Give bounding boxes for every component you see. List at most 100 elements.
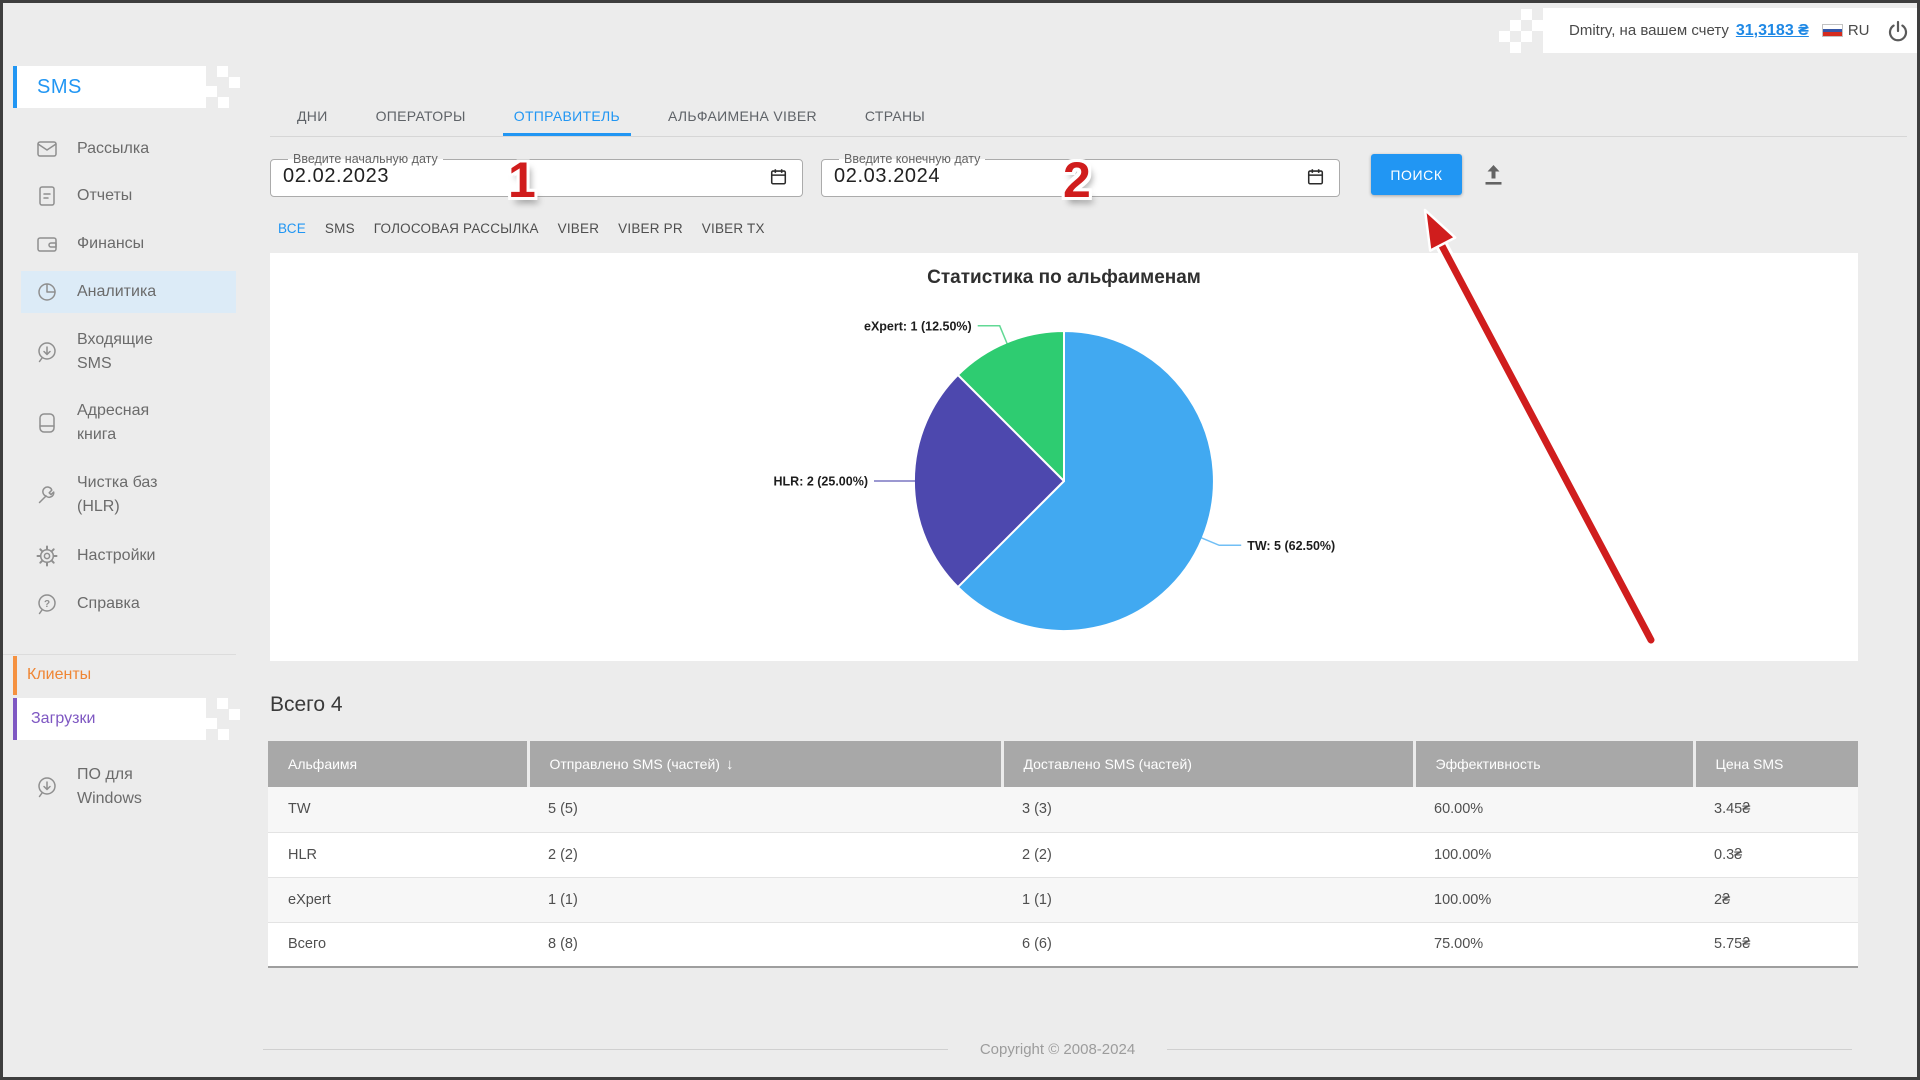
balance-link[interactable]: 31,3183 ₴ — [1736, 22, 1809, 40]
table-row-total: Всего 8 (8) 6 (6) 75.00% 5.75₴ — [268, 922, 1858, 968]
cell: 5.75₴ — [1694, 922, 1858, 968]
sidebar-item-chistka-baz[interactable]: Чистка баз (HLR) — [21, 466, 236, 524]
cell: HLR — [268, 832, 528, 878]
pixel-decor — [229, 77, 240, 88]
header-user-box: Dmitry, на вашем счету 31,3183 ₴ RU — [1543, 8, 1917, 53]
pixel-decor — [217, 698, 228, 709]
filter-viber[interactable]: VIBER — [558, 221, 600, 236]
calendar-icon[interactable] — [769, 167, 788, 186]
col-alfaimya[interactable]: Альфаимя — [268, 741, 530, 787]
sidebar-item-label: Аналитика — [77, 283, 157, 300]
cell: 2₴ — [1694, 877, 1858, 923]
copyright-text: Copyright © 2008-2024 — [979, 1041, 1136, 1058]
sort-desc-icon[interactable]: ↓ — [726, 756, 734, 773]
search-button[interactable]: ПОИСК — [1371, 154, 1462, 195]
sidebar-item-analitika[interactable]: Аналитика — [21, 271, 236, 313]
sidebar-item-label: Чистка баз (HLR) — [77, 474, 158, 515]
sidebar-item-po-windows[interactable]: ПО для Windows — [21, 758, 236, 816]
wrench-icon — [35, 483, 59, 507]
cell: 60.00% — [1414, 787, 1694, 833]
russia-flag-icon[interactable] — [1821, 24, 1843, 37]
app-window: Dmitry, на вашем счету 31,3183 ₴ RU SMS … — [0, 0, 1920, 1080]
sidebar-item-label: Настройки — [77, 547, 156, 564]
sidebar-item-label: Финансы — [77, 235, 145, 252]
filter-viber-tx[interactable]: VIBER TX — [702, 221, 765, 236]
pixel-decor — [1521, 9, 1532, 20]
cell: 2 (2) — [528, 832, 1002, 878]
filter-viber-pr[interactable]: VIBER PR — [618, 221, 683, 236]
cell: 1 (1) — [1002, 877, 1414, 923]
chart-title: Статистика по альфаименам — [927, 267, 1201, 288]
tab-operatory[interactable]: ОПЕРАТОРЫ — [365, 108, 477, 136]
language-selector[interactable]: RU — [1848, 22, 1870, 39]
cell: 2 (2) — [1002, 832, 1414, 878]
start-date-input[interactable]: 02.02.2023 — [283, 165, 389, 188]
envelope-icon — [35, 137, 59, 161]
table-caption: Всего 4 — [270, 693, 343, 716]
pixel-decor — [218, 729, 229, 740]
pie-icon — [35, 280, 59, 304]
pixel-decor — [1510, 42, 1521, 53]
sidebar-item-finansy[interactable]: Финансы — [21, 224, 236, 264]
pie-chart-card: Статистика по альфаименам TW: 5 (62.50%)… — [270, 253, 1858, 661]
cell: 1 (1) — [528, 877, 1002, 923]
filter-sms[interactable]: SMS — [325, 221, 355, 236]
upload-icon[interactable] — [1480, 159, 1507, 188]
cell: Всего — [268, 922, 528, 968]
table-row: eXpert 1 (1) 1 (1) 100.00% 2₴ — [268, 877, 1858, 923]
cell: 0.3₴ — [1694, 832, 1858, 878]
sidebar-item-spravka[interactable]: ? Справка — [21, 584, 236, 624]
footer: Copyright © 2008-2024 — [263, 1041, 1853, 1058]
help-bubble-icon: ? — [35, 592, 59, 616]
end-date-label: Введите конечную дату — [844, 152, 981, 166]
pixel-decor — [1532, 20, 1543, 31]
col-otpravleno[interactable]: Отправлено SMS (частей) ↓ — [528, 741, 1004, 787]
sidebar-item-vhodyashchie-sms[interactable]: Входящие SMS — [21, 323, 236, 381]
cell: 3 (3) — [1002, 787, 1414, 833]
end-date-field[interactable]: Введите конечную дату 02.03.2024 — [821, 152, 1340, 197]
cell: 8 (8) — [528, 922, 1002, 968]
col-dostavleno[interactable]: Доставлено SMS (частей) — [1002, 741, 1416, 787]
incoming-bubble-icon — [35, 340, 59, 364]
sidebar-item-label: ПО для Windows — [77, 766, 142, 807]
col-cena-sms[interactable]: Цена SMS — [1694, 741, 1858, 787]
tab-otpravitel[interactable]: ОТПРАВИТЕЛЬ — [502, 108, 631, 136]
pixel-decor — [1510, 20, 1521, 31]
start-date-field[interactable]: Введите начальную дату 02.02.2023 — [270, 152, 803, 197]
tab-dni[interactable]: ДНИ — [286, 108, 339, 136]
table-header-row: Альфаимя Отправлено SMS (частей) ↓ Достав… — [268, 741, 1858, 787]
cell: 5 (5) — [528, 787, 1002, 833]
svg-text:?: ? — [44, 599, 50, 610]
orange-accent-bar — [13, 656, 17, 695]
tab-strany[interactable]: СТРАНЫ — [854, 108, 936, 136]
pie-chart-svg: TW: 5 (62.50%) HLR: 2 (25.00%) eXpert: 1 (… — [774, 319, 1335, 632]
tab-alfaimena-viber[interactable]: АЛЬФАИМЕНА VIBER — [657, 108, 828, 136]
pie-leader-line — [977, 325, 1009, 345]
logout-power-icon[interactable] — [1886, 19, 1910, 43]
filter-vse[interactable]: ВСЕ — [278, 221, 306, 236]
download-bubble-icon — [35, 775, 59, 799]
sidebar-section-downloads[interactable]: Загрузки — [13, 698, 206, 740]
sidebar-item-otchety[interactable]: Отчеты — [21, 176, 236, 216]
sidebar-item-adresnaya-kniga[interactable]: Адресная книга — [21, 394, 236, 452]
pixel-decor — [218, 97, 229, 108]
end-date-input[interactable]: 02.03.2024 — [834, 165, 940, 188]
report-icon — [35, 184, 59, 208]
footer-divider — [1167, 1049, 1853, 1050]
filter-golosovaya[interactable]: ГОЛОСОВАЯ РАССЫЛКА — [374, 221, 539, 236]
cell: 100.00% — [1414, 832, 1694, 878]
user-greeting: Dmitry, на вашем счету — [1569, 22, 1729, 39]
footer-divider — [263, 1049, 948, 1050]
calendar-icon[interactable] — [1306, 167, 1325, 186]
gear-icon — [35, 544, 59, 568]
sidebar-section-clients[interactable]: Клиенты — [3, 654, 236, 695]
sidebar-item-label: Входящие SMS — [77, 331, 153, 372]
table-row: TW 5 (5) 3 (3) 60.00% 3.45₴ — [268, 787, 1858, 833]
sidebar-item-label: Рассылка — [77, 140, 150, 157]
col-effektivnost[interactable]: Эффективность — [1414, 741, 1696, 787]
channel-filters: ВСЕ SMS ГОЛОСОВАЯ РАССЫЛКА VIBER VIBER P… — [278, 221, 765, 236]
cell: 6 (6) — [1002, 922, 1414, 968]
sidebar-item-nastroyki[interactable]: Настройки — [21, 536, 236, 576]
sidebar-item-rassylka[interactable]: Рассылка — [21, 129, 236, 169]
sidebar-logo-sms[interactable]: SMS — [13, 66, 206, 108]
